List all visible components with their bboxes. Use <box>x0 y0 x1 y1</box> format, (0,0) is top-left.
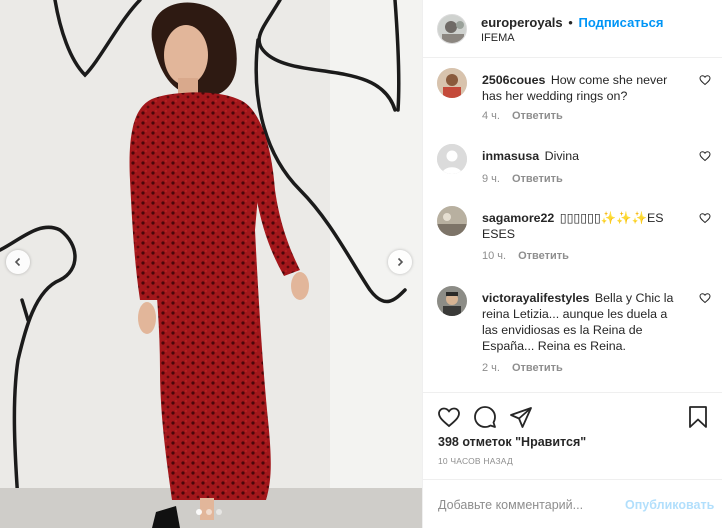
post-location[interactable]: IFEMA <box>481 32 515 44</box>
comment-text: sagamore22 ▯▯▯▯▯▯✨✨✨ES ESES <box>482 210 680 242</box>
author-avatar[interactable] <box>437 14 467 44</box>
comment-username[interactable]: victorayalifestyles <box>482 291 589 305</box>
separator-dot: • <box>568 15 573 30</box>
prev-photo-button[interactable] <box>6 250 30 274</box>
chevron-left-icon <box>14 257 21 267</box>
post-header: europeroyals • Подписаться IFEMA <box>423 0 722 58</box>
comment-time: 10 ч. <box>482 250 507 262</box>
follow-button[interactable]: Подписаться <box>578 15 663 30</box>
comment-text: inmasusa Divina <box>482 148 680 164</box>
comment-time: 4 ч. <box>482 110 500 122</box>
photo-scene <box>0 0 422 528</box>
comment-item: 2506coues How come she never has her wed… <box>437 68 713 128</box>
comment-body: Divina <box>544 149 580 163</box>
reply-button[interactable]: Ответить <box>518 250 569 262</box>
publish-button[interactable]: Опубликовать <box>625 498 714 512</box>
comment-text: victorayalifestyles Bella y Chic la rein… <box>482 290 680 354</box>
comments-list[interactable]: 2506coues How come she never has her wed… <box>423 58 722 392</box>
reply-button[interactable]: Ответить <box>512 362 563 374</box>
add-comment-bar: Опубликовать <box>423 479 722 528</box>
comment-item: victorayalifestyles Bella y Chic la rein… <box>437 286 713 382</box>
post-actions: 398 отметок "Нравится" 10 ЧАСОВ НАЗАД Оп… <box>423 392 722 528</box>
likes-count[interactable]: 398 отметок "Нравится" <box>438 435 586 449</box>
comment-item: sagamore22 ▯▯▯▯▯▯✨✨✨ES ESES 10 ч. Ответит… <box>437 206 713 266</box>
comment-time: 9 ч. <box>482 173 500 185</box>
comment-avatar[interactable] <box>437 68 467 98</box>
reply-button[interactable]: Ответить <box>512 110 563 122</box>
chevron-right-icon <box>397 257 404 267</box>
comment-text: 2506coues How come she never has her wed… <box>482 72 680 104</box>
comment-icon[interactable] <box>473 405 497 429</box>
comment-input[interactable] <box>438 496 608 514</box>
reply-button[interactable]: Ответить <box>512 173 563 185</box>
comment-meta: 10 ч. Ответить <box>482 250 569 262</box>
post-side-panel: europeroyals • Подписаться IFEMA 2506cou… <box>422 0 722 528</box>
heart-icon[interactable] <box>437 405 461 429</box>
comment-time: 2 ч. <box>482 362 500 374</box>
author-username[interactable]: europeroyals <box>481 15 563 30</box>
post-photo[interactable] <box>0 0 422 528</box>
heart-icon[interactable] <box>699 74 711 86</box>
post-time-ago: 10 ЧАСОВ НАЗАД <box>438 456 513 466</box>
instagram-post: europeroyals • Подписаться IFEMA 2506cou… <box>0 0 722 528</box>
comment-meta: 9 ч. Ответить <box>482 173 563 185</box>
comment-username[interactable]: 2506coues <box>482 73 545 87</box>
comment-avatar[interactable] <box>437 144 467 174</box>
comment-avatar[interactable] <box>437 206 467 236</box>
author-line: europeroyals • Подписаться <box>481 15 663 30</box>
comment-item: inmasusa Divina 9 ч. Ответить <box>437 144 713 188</box>
next-photo-button[interactable] <box>388 250 412 274</box>
comment-meta: 2 ч. Ответить <box>482 362 563 374</box>
heart-icon[interactable] <box>699 150 711 162</box>
heart-icon[interactable] <box>699 292 711 304</box>
heart-icon[interactable] <box>699 212 711 224</box>
comment-avatar[interactable] <box>437 286 467 316</box>
comment-meta: 4 ч. Ответить <box>482 110 563 122</box>
share-icon[interactable] <box>509 405 533 429</box>
comment-username[interactable]: inmasusa <box>482 149 539 163</box>
bookmark-icon[interactable] <box>687 405 709 429</box>
comment-username[interactable]: sagamore22 <box>482 211 554 225</box>
